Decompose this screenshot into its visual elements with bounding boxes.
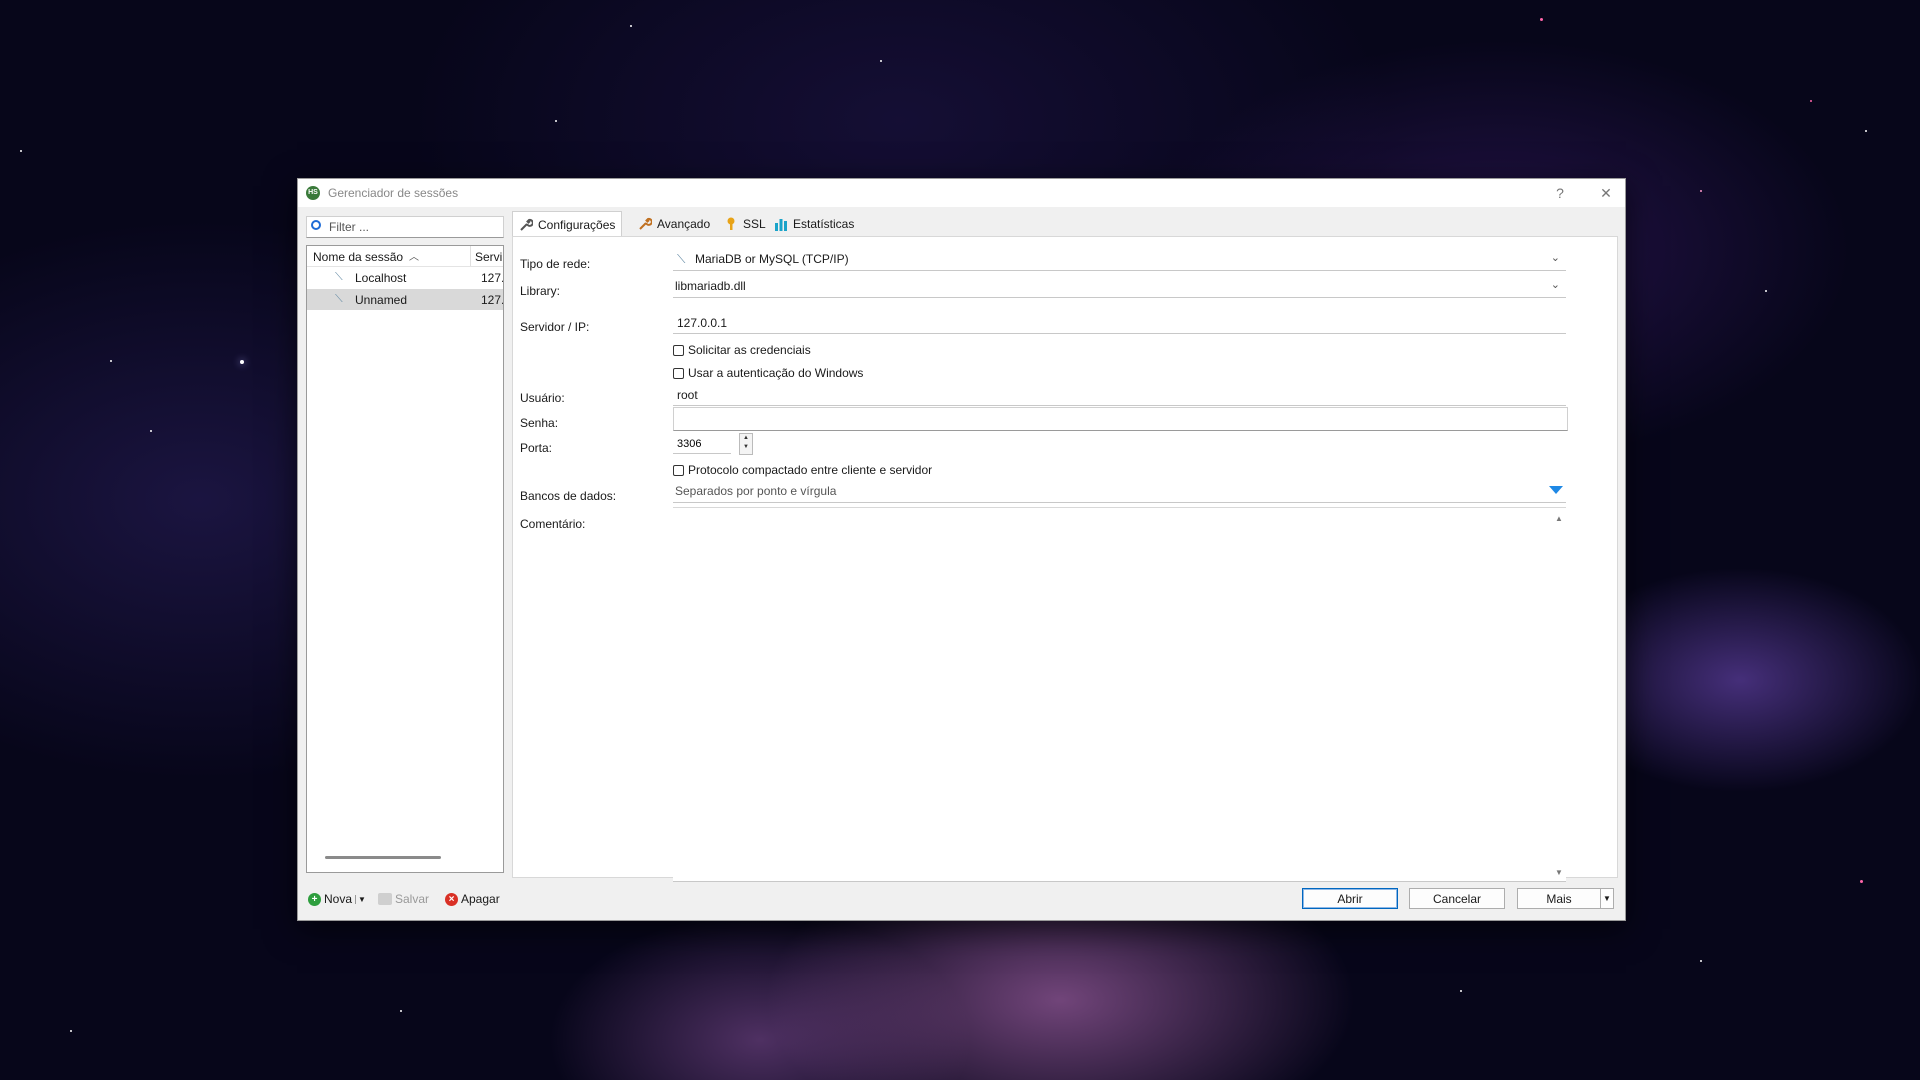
session-name: Unnamed xyxy=(355,293,408,307)
compressed-protocol-checkbox[interactable]: Protocolo compactado entre cliente e ser… xyxy=(673,463,932,477)
window-title: Gerenciador de sessões xyxy=(328,186,459,200)
session-list-header: Nome da sessão ︿ Servi... xyxy=(307,246,503,267)
session-manager-window: HS Gerenciador de sessões ? ✕ Nome da se… xyxy=(297,178,1626,921)
tab-label: SSL xyxy=(743,217,766,231)
delete-label: Apagar xyxy=(461,892,500,906)
dolphin-icon: ⟍ xyxy=(335,293,343,305)
scroll-down-icon[interactable]: ▼ xyxy=(1555,868,1563,877)
increment-icon[interactable]: ▲ xyxy=(740,434,752,443)
network-type-select[interactable]: ⟍ MariaDB or MySQL (TCP/IP) ⌄ xyxy=(673,248,1566,271)
port-label: Porta: xyxy=(520,441,553,455)
more-dropdown-button[interactable]: ▼ xyxy=(1600,888,1614,909)
tab-label: Configurações xyxy=(538,217,616,232)
heidisql-logo-icon: HS xyxy=(306,186,320,200)
password-label: Senha: xyxy=(520,416,559,430)
compressed-protocol-label: Protocolo compactado entre cliente e ser… xyxy=(688,463,933,477)
server-field[interactable] xyxy=(673,311,1566,334)
password-input[interactable] xyxy=(676,411,1550,429)
filter-input[interactable] xyxy=(327,218,501,236)
session-server: 127.0 xyxy=(481,293,503,307)
session-name: Localhost xyxy=(355,271,407,285)
network-type-label: Tipo de rede: xyxy=(520,257,591,271)
prompt-credentials-label: Solicitar as credenciais xyxy=(688,343,811,357)
checkbox-box[interactable] xyxy=(673,344,684,356)
session-list[interactable]: Nome da sessão ︿ Servi... ⟍ Localhost 12… xyxy=(306,245,504,873)
tab-configuracoes[interactable]: Configurações xyxy=(512,211,623,237)
cancel-button[interactable]: Cancelar xyxy=(1409,888,1505,909)
vertical-scrollbar[interactable]: ▲ ▼ xyxy=(1552,508,1566,881)
port-stepper[interactable]: ▲ ▼ xyxy=(739,433,753,455)
horizontal-scrollbar[interactable] xyxy=(325,856,441,859)
wrench-icon xyxy=(520,218,533,231)
scroll-up-icon[interactable]: ▲ xyxy=(1555,514,1563,523)
library-select[interactable]: libmariadb.dll ⌄ xyxy=(673,275,1566,298)
column-server[interactable]: Servi... xyxy=(475,250,503,264)
port-input[interactable] xyxy=(675,436,729,452)
session-server: 127.0 xyxy=(481,271,503,285)
checkbox-box[interactable] xyxy=(673,367,684,379)
server-input[interactable] xyxy=(675,314,1549,332)
tab-ssl[interactable]: SSL xyxy=(718,213,772,235)
tab-label: Estatísticas xyxy=(793,217,855,231)
wrench-icon xyxy=(639,217,652,230)
save-button[interactable]: Salvar xyxy=(378,889,429,909)
search-icon xyxy=(311,220,321,230)
title-bar[interactable]: HS Gerenciador de sessões ? ✕ xyxy=(298,179,1625,207)
prompt-credentials-checkbox[interactable]: Solicitar as credenciais xyxy=(673,343,811,357)
more-button[interactable]: Mais xyxy=(1517,888,1601,909)
comment-textarea[interactable]: ▲ ▼ xyxy=(673,507,1566,882)
network-type-value: MariaDB or MySQL (TCP/IP) xyxy=(695,252,849,266)
floppy-disk-icon xyxy=(378,893,392,905)
bar-chart-icon xyxy=(775,219,787,231)
settings-panel: Tipo de rede: ⟍ MariaDB or MySQL (TCP/IP… xyxy=(512,236,1618,882)
user-label: Usuário: xyxy=(520,391,565,405)
delete-x-icon: × xyxy=(445,892,458,906)
comment-label: Comentário: xyxy=(520,517,586,531)
close-button[interactable]: ✕ xyxy=(1594,183,1618,203)
sort-ascending-icon: ︿ xyxy=(409,252,419,263)
checkbox-box[interactable] xyxy=(673,464,684,476)
session-filter[interactable] xyxy=(306,216,504,238)
user-input[interactable] xyxy=(675,386,1549,404)
dropdown-arrow-icon[interactable] xyxy=(1549,486,1563,495)
open-button[interactable]: Abrir xyxy=(1302,888,1398,909)
session-item-unnamed[interactable]: ⟍ Unnamed 127.0 xyxy=(307,289,503,310)
dolphin-icon: ⟍ xyxy=(677,252,686,266)
password-field[interactable] xyxy=(673,407,1568,431)
dolphin-icon: ⟍ xyxy=(335,271,343,283)
databases-placeholder: Separados por ponto e vírgula xyxy=(675,484,837,498)
key-icon xyxy=(727,217,735,230)
save-label: Salvar xyxy=(395,892,430,906)
tab-estatisticas[interactable]: Estatísticas xyxy=(768,213,860,235)
new-label: Nova xyxy=(324,892,353,906)
databases-select[interactable]: Separados por ponto e vírgula xyxy=(673,480,1566,503)
library-label: Library: xyxy=(520,284,561,298)
databases-label: Bancos de dados: xyxy=(520,489,617,503)
server-label: Servidor / IP: xyxy=(520,320,590,334)
tab-label: Avançado xyxy=(657,217,711,231)
chevron-down-icon: ⌄ xyxy=(1550,252,1560,264)
tab-avancado[interactable]: Avançado xyxy=(632,213,716,235)
chevron-down-icon: ⌄ xyxy=(1550,279,1560,291)
library-value: libmariadb.dll xyxy=(675,279,746,293)
decrement-icon[interactable]: ▼ xyxy=(740,443,752,452)
column-divider[interactable] xyxy=(470,246,471,266)
windows-auth-label: Usar a autenticação do Windows xyxy=(688,366,864,380)
column-session-name[interactable]: Nome da sessão xyxy=(313,250,403,264)
windows-auth-checkbox[interactable]: Usar a autenticação do Windows xyxy=(673,366,863,380)
port-field[interactable] xyxy=(673,433,731,454)
chevron-down-icon[interactable]: ▼ xyxy=(355,894,366,904)
plus-icon: + xyxy=(308,892,321,906)
delete-button[interactable]: × Apagar xyxy=(445,889,500,909)
session-item-localhost[interactable]: ⟍ Localhost 127.0 xyxy=(307,267,503,288)
user-field[interactable] xyxy=(673,383,1566,406)
help-button[interactable]: ? xyxy=(1548,183,1572,203)
new-button[interactable]: + Nova ▼ xyxy=(308,889,366,909)
